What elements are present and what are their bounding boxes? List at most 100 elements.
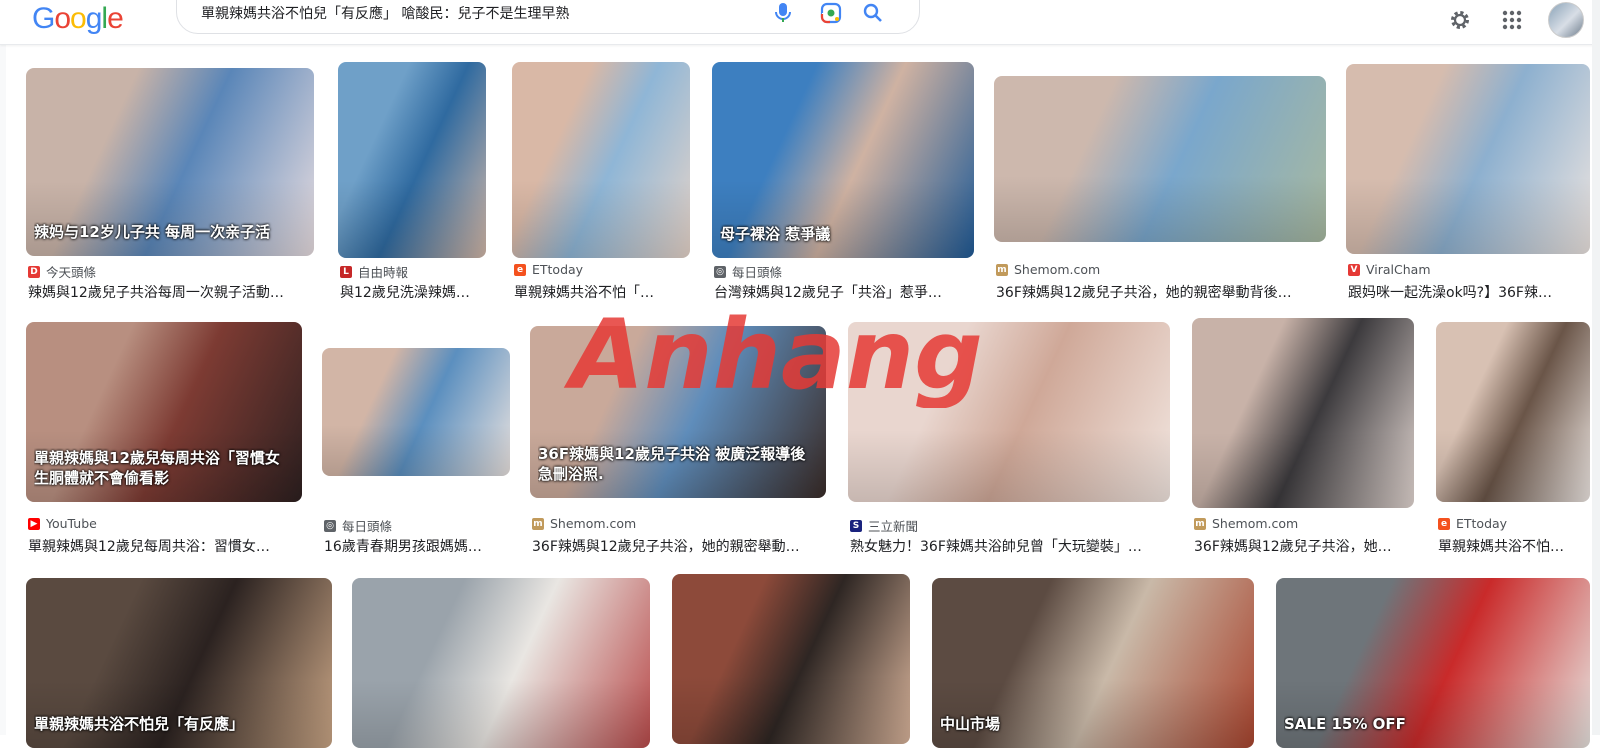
result-title[interactable]: 與12歲兒洗澡辣媽…: [340, 282, 488, 302]
result-title[interactable]: 跟妈咪一起洗澡ok吗?】36F辣妈…: [1348, 282, 1558, 302]
result-thumbnail[interactable]: 辣妈与12岁儿子共 每周一次亲子活: [26, 68, 314, 256]
result-card[interactable]: e ETtoday 單親辣媽共浴不怕…: [1436, 318, 1590, 558]
result-source[interactable]: m Shemom.com: [532, 516, 636, 531]
result-thumbnail[interactable]: 單親辣媽與12歲兒每周共浴「習慣女生胴體就不會偷看影: [26, 322, 302, 502]
result-card[interactable]: 單親辣媽共浴不怕兒「有反應」: [26, 574, 332, 748]
search-box: [176, 0, 920, 34]
site-favicon: ▶: [28, 517, 40, 530]
scrollbar-track[interactable]: [1592, 0, 1600, 735]
result-card[interactable]: 辣妈与12岁儿子共 每周一次亲子活 D 今天頭條 辣媽與12歲兒子共浴每周一次親子…: [26, 60, 316, 302]
result-thumbnail[interactable]: 36F辣媽與12歲兒子共浴 被廣泛報導後急刪浴照.: [530, 326, 826, 498]
result-card[interactable]: e ETtoday 單親辣媽共浴不怕「…: [512, 60, 692, 302]
result-card[interactable]: [672, 574, 910, 744]
thumbnail-shade: [26, 180, 314, 256]
result-card[interactable]: m Shemom.com 36F辣媽與12歲兒子共浴，她的親密舉動背後…: [994, 60, 1328, 302]
thumbnail-shade: [672, 676, 910, 744]
result-thumbnail[interactable]: 中山市場: [932, 578, 1254, 748]
result-title[interactable]: 單親辣媽與12歲兒每周共浴：習慣女…: [28, 536, 304, 556]
site-favicon: ◎: [324, 519, 336, 532]
result-card[interactable]: 母子裸浴 惹爭議 ◎ 每日頭條 台灣辣媽與12歲兒子「共浴」惹爭…: [712, 60, 976, 302]
result-thumbnail[interactable]: [338, 62, 486, 258]
result-card[interactable]: 中山市場: [932, 574, 1254, 748]
site-favicon: m: [996, 263, 1008, 276]
gear-icon[interactable]: [1446, 6, 1474, 34]
result-thumbnail[interactable]: [322, 348, 510, 476]
thumbnail-shade: [1192, 432, 1414, 508]
apps-grid-icon[interactable]: [1498, 6, 1526, 34]
thumbnail-caption: 36F辣媽與12歲兒子共浴 被廣泛報導後急刪浴照.: [538, 445, 806, 483]
result-thumbnail[interactable]: 單親辣媽共浴不怕兒「有反應」: [26, 578, 332, 748]
thumbnail-caption: 單親辣媽與12歲兒每周共浴「習慣女生胴體就不會偷看影: [34, 449, 280, 487]
google-logo[interactable]: Google: [32, 2, 124, 36]
result-title[interactable]: 36F辣媽與12歲兒子共浴，她的親密舉動…: [532, 536, 828, 556]
result-thumbnail[interactable]: [512, 62, 690, 258]
result-card[interactable]: [352, 574, 650, 748]
microphone-icon[interactable]: [771, 1, 795, 25]
result-title[interactable]: 單親辣媽共浴不怕「…: [514, 282, 692, 302]
result-source[interactable]: e ETtoday: [514, 262, 583, 277]
result-source[interactable]: ◎ 每日頭條: [714, 262, 782, 281]
result-thumbnail[interactable]: [1192, 318, 1414, 508]
thumbnail-caption: SALE 15% OFF: [1284, 715, 1406, 733]
site-favicon: e: [514, 263, 526, 276]
image-results-grid: 辣妈与12岁儿子共 每周一次亲子活 D 今天頭條 辣媽與12歲兒子共浴每周一次親子…: [0, 60, 1600, 748]
result-thumbnail[interactable]: [1436, 322, 1590, 502]
result-source[interactable]: m Shemom.com: [996, 262, 1100, 277]
site-favicon: ◎: [714, 265, 726, 278]
result-card[interactable]: 單親辣媽與12歲兒每周共浴「習慣女生胴體就不會偷看影 ▶ YouTube 單親辣媽…: [26, 318, 302, 558]
result-source[interactable]: S 三立新聞: [850, 516, 918, 535]
thumbnail-shade: [352, 680, 650, 748]
site-favicon: V: [1348, 263, 1360, 276]
site-favicon: m: [532, 517, 544, 530]
search-input[interactable]: [199, 1, 763, 25]
thumbnail-shade: [1436, 430, 1590, 502]
result-title[interactable]: 16歲青春期男孩跟媽媽…: [324, 536, 512, 556]
site-favicon: D: [28, 265, 40, 278]
search-icon[interactable]: [861, 1, 885, 25]
thumbnail-shade: [712, 179, 974, 258]
result-source[interactable]: ◎ 每日頭條: [324, 516, 392, 535]
result-source[interactable]: D 今天頭條: [28, 262, 96, 281]
thumbnail-shade: [322, 424, 510, 476]
thumbnail-shade: [338, 179, 486, 258]
result-card[interactable]: SALE 15% OFF: [1276, 574, 1590, 748]
result-title[interactable]: 單親辣媽共浴不怕…: [1438, 536, 1592, 556]
site-favicon: S: [850, 519, 862, 532]
avatar[interactable]: [1548, 2, 1584, 38]
result-source[interactable]: ▶ YouTube: [28, 516, 97, 531]
result-thumbnail[interactable]: SALE 15% OFF: [1276, 578, 1590, 748]
thumbnail-caption: 單親辣媽共浴不怕兒「有反應」: [34, 715, 245, 733]
thumbnail-caption: 母子裸浴 惹爭議: [720, 225, 831, 243]
result-title[interactable]: 36F辣媽與12歲兒子共浴，她…: [1194, 536, 1416, 556]
result-source[interactable]: m Shemom.com: [1194, 516, 1298, 531]
site-favicon: m: [1194, 517, 1206, 530]
result-card[interactable]: 36F辣媽與12歲兒子共浴 被廣泛報導後急刪浴照. m Shemom.com 36…: [530, 318, 826, 558]
result-thumbnail[interactable]: [352, 578, 650, 748]
result-card[interactable]: S 三立新聞 熟女魅力！36F辣媽共浴帥兒曾「大玩變裝」…: [848, 318, 1170, 558]
top-bar: Google: [0, 0, 1600, 45]
result-card[interactable]: L 自由時報 與12歲兒洗澡辣媽…: [338, 60, 488, 302]
thumbnail-caption: 中山市場: [940, 715, 1001, 733]
thumbnail-shade: [994, 175, 1326, 242]
result-title[interactable]: 熟女魅力！36F辣媽共浴帥兒曾「大玩變裝」…: [850, 536, 1172, 556]
thumbnail-caption: 辣妈与12岁儿子共 每周一次亲子活: [34, 223, 271, 241]
result-card[interactable]: m Shemom.com 36F辣媽與12歲兒子共浴，她…: [1192, 318, 1414, 558]
thumbnail-shade: [512, 179, 690, 258]
thumbnail-shade: [1346, 178, 1590, 254]
result-thumbnail[interactable]: [1346, 64, 1590, 254]
result-thumbnail[interactable]: 母子裸浴 惹爭議: [712, 62, 974, 258]
result-source[interactable]: L 自由時報: [340, 262, 408, 281]
result-source[interactable]: V ViralCham: [1348, 262, 1431, 277]
result-title[interactable]: 36F辣媽與12歲兒子共浴，她的親密舉動背後…: [996, 282, 1328, 302]
result-thumbnail[interactable]: [672, 574, 910, 744]
result-source[interactable]: e ETtoday: [1438, 516, 1507, 531]
result-title[interactable]: 辣媽與12歲兒子共浴每周一次親子活動…: [28, 282, 316, 302]
result-thumbnail[interactable]: [848, 322, 1170, 502]
result-card[interactable]: ◎ 每日頭條 16歲青春期男孩跟媽媽…: [322, 318, 510, 558]
result-card[interactable]: V ViralCham 跟妈咪一起洗澡ok吗?】36F辣妈…: [1346, 60, 1590, 302]
thumbnail-shade: [848, 430, 1170, 502]
site-favicon: e: [1438, 517, 1450, 530]
result-thumbnail[interactable]: [994, 76, 1326, 242]
lens-icon[interactable]: [819, 1, 843, 25]
result-title[interactable]: 台灣辣媽與12歲兒子「共浴」惹爭…: [714, 282, 976, 302]
